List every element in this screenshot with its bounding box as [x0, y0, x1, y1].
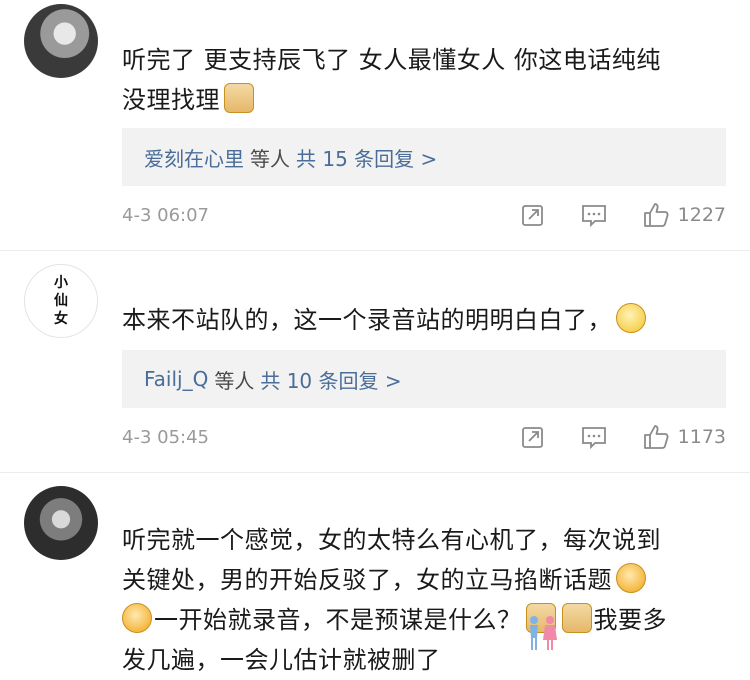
comment-text-line: 听完就一个感觉，女的太特么有心机了，每次说到: [122, 526, 661, 554]
comment-meta: 4-3 06:07 1227: [122, 200, 726, 230]
timestamp: 4-3 06:07: [122, 204, 209, 226]
comment-text: 听完了 更支持辰飞了 女人最懂女人 你这电话纯纯 没理找理: [122, 40, 722, 120]
comment-text: 本来不站队的，这一个录音站的明明白白了，: [122, 300, 722, 340]
avatar-char: 小: [54, 275, 68, 291]
comment-text: 听完就一个感觉，女的太特么有心机了，每次说到 关键处，男的开始反驳了，女的立马掐…: [122, 520, 722, 680]
avatar[interactable]: [24, 4, 98, 78]
avatar[interactable]: [24, 486, 98, 560]
thumbs-up-icon: [643, 203, 669, 227]
doge-emoji: [561, 603, 592, 633]
reply-users: Failj_Q: [144, 367, 209, 391]
reply-suffix: 等人: [250, 146, 290, 171]
timestamp: 4-3 05:45: [122, 426, 209, 448]
reply-summary[interactable]: 爱刻在心里 等人 共 15 条回复 >: [122, 128, 726, 186]
comment-button[interactable]: [580, 202, 608, 228]
crying-emoji: [122, 603, 152, 633]
divider: [0, 250, 750, 251]
doge-emoji: [224, 83, 254, 113]
thumbs-up-icon: [643, 425, 669, 449]
comment-button[interactable]: [580, 424, 608, 450]
comment-icon: [581, 205, 606, 228]
avatar-char: 女: [54, 311, 68, 327]
reply-summary[interactable]: Failj_Q 等人 共 10 条回复 >: [122, 350, 726, 408]
comment-text-line: 听完了 更支持辰飞了 女人最懂女人 你这电话纯纯: [122, 46, 661, 74]
repost-button[interactable]: [520, 202, 546, 228]
comment-text-line: 我要多: [593, 606, 667, 634]
comment-text-line: 一开始就录音，不是预谋是什么？: [154, 606, 522, 634]
reply-users: 爱刻在心里: [144, 146, 244, 171]
divider: [0, 472, 750, 473]
comment-text-line: 本来不站队的，这一个录音站的明明白白了，: [122, 306, 612, 334]
smile-emoji: [616, 303, 646, 333]
comment-text-line: 发几遍，一会儿估计就被删了: [122, 646, 441, 674]
couple-sticker-icon: [530, 616, 557, 650]
comment-text-line: 没理找理: [122, 86, 220, 114]
like-count: 1173: [677, 426, 726, 448]
like-button[interactable]: 1227: [642, 201, 726, 229]
like-count: 1227: [677, 204, 726, 226]
comment-icon: [581, 427, 606, 450]
like-button[interactable]: 1173: [642, 423, 726, 451]
repost-icon: [521, 427, 543, 448]
repost-button[interactable]: [520, 424, 546, 450]
avatar-char: 仙: [54, 293, 68, 309]
comment-meta: 4-3 05:45 1173: [122, 422, 726, 452]
comment-text-line: 关键处，男的开始反驳了，女的立马掐断话题: [122, 566, 612, 594]
reply-count: 共 15 条回复 >: [296, 146, 438, 171]
avatar-calligraphy: 小 仙 女: [52, 274, 70, 328]
repost-icon: [521, 205, 543, 226]
avatar[interactable]: 小 仙 女: [24, 264, 98, 338]
crying-emoji: [616, 563, 646, 593]
reply-suffix: 等人: [214, 368, 255, 393]
reply-count: 共 10 条回复 >: [260, 368, 402, 393]
